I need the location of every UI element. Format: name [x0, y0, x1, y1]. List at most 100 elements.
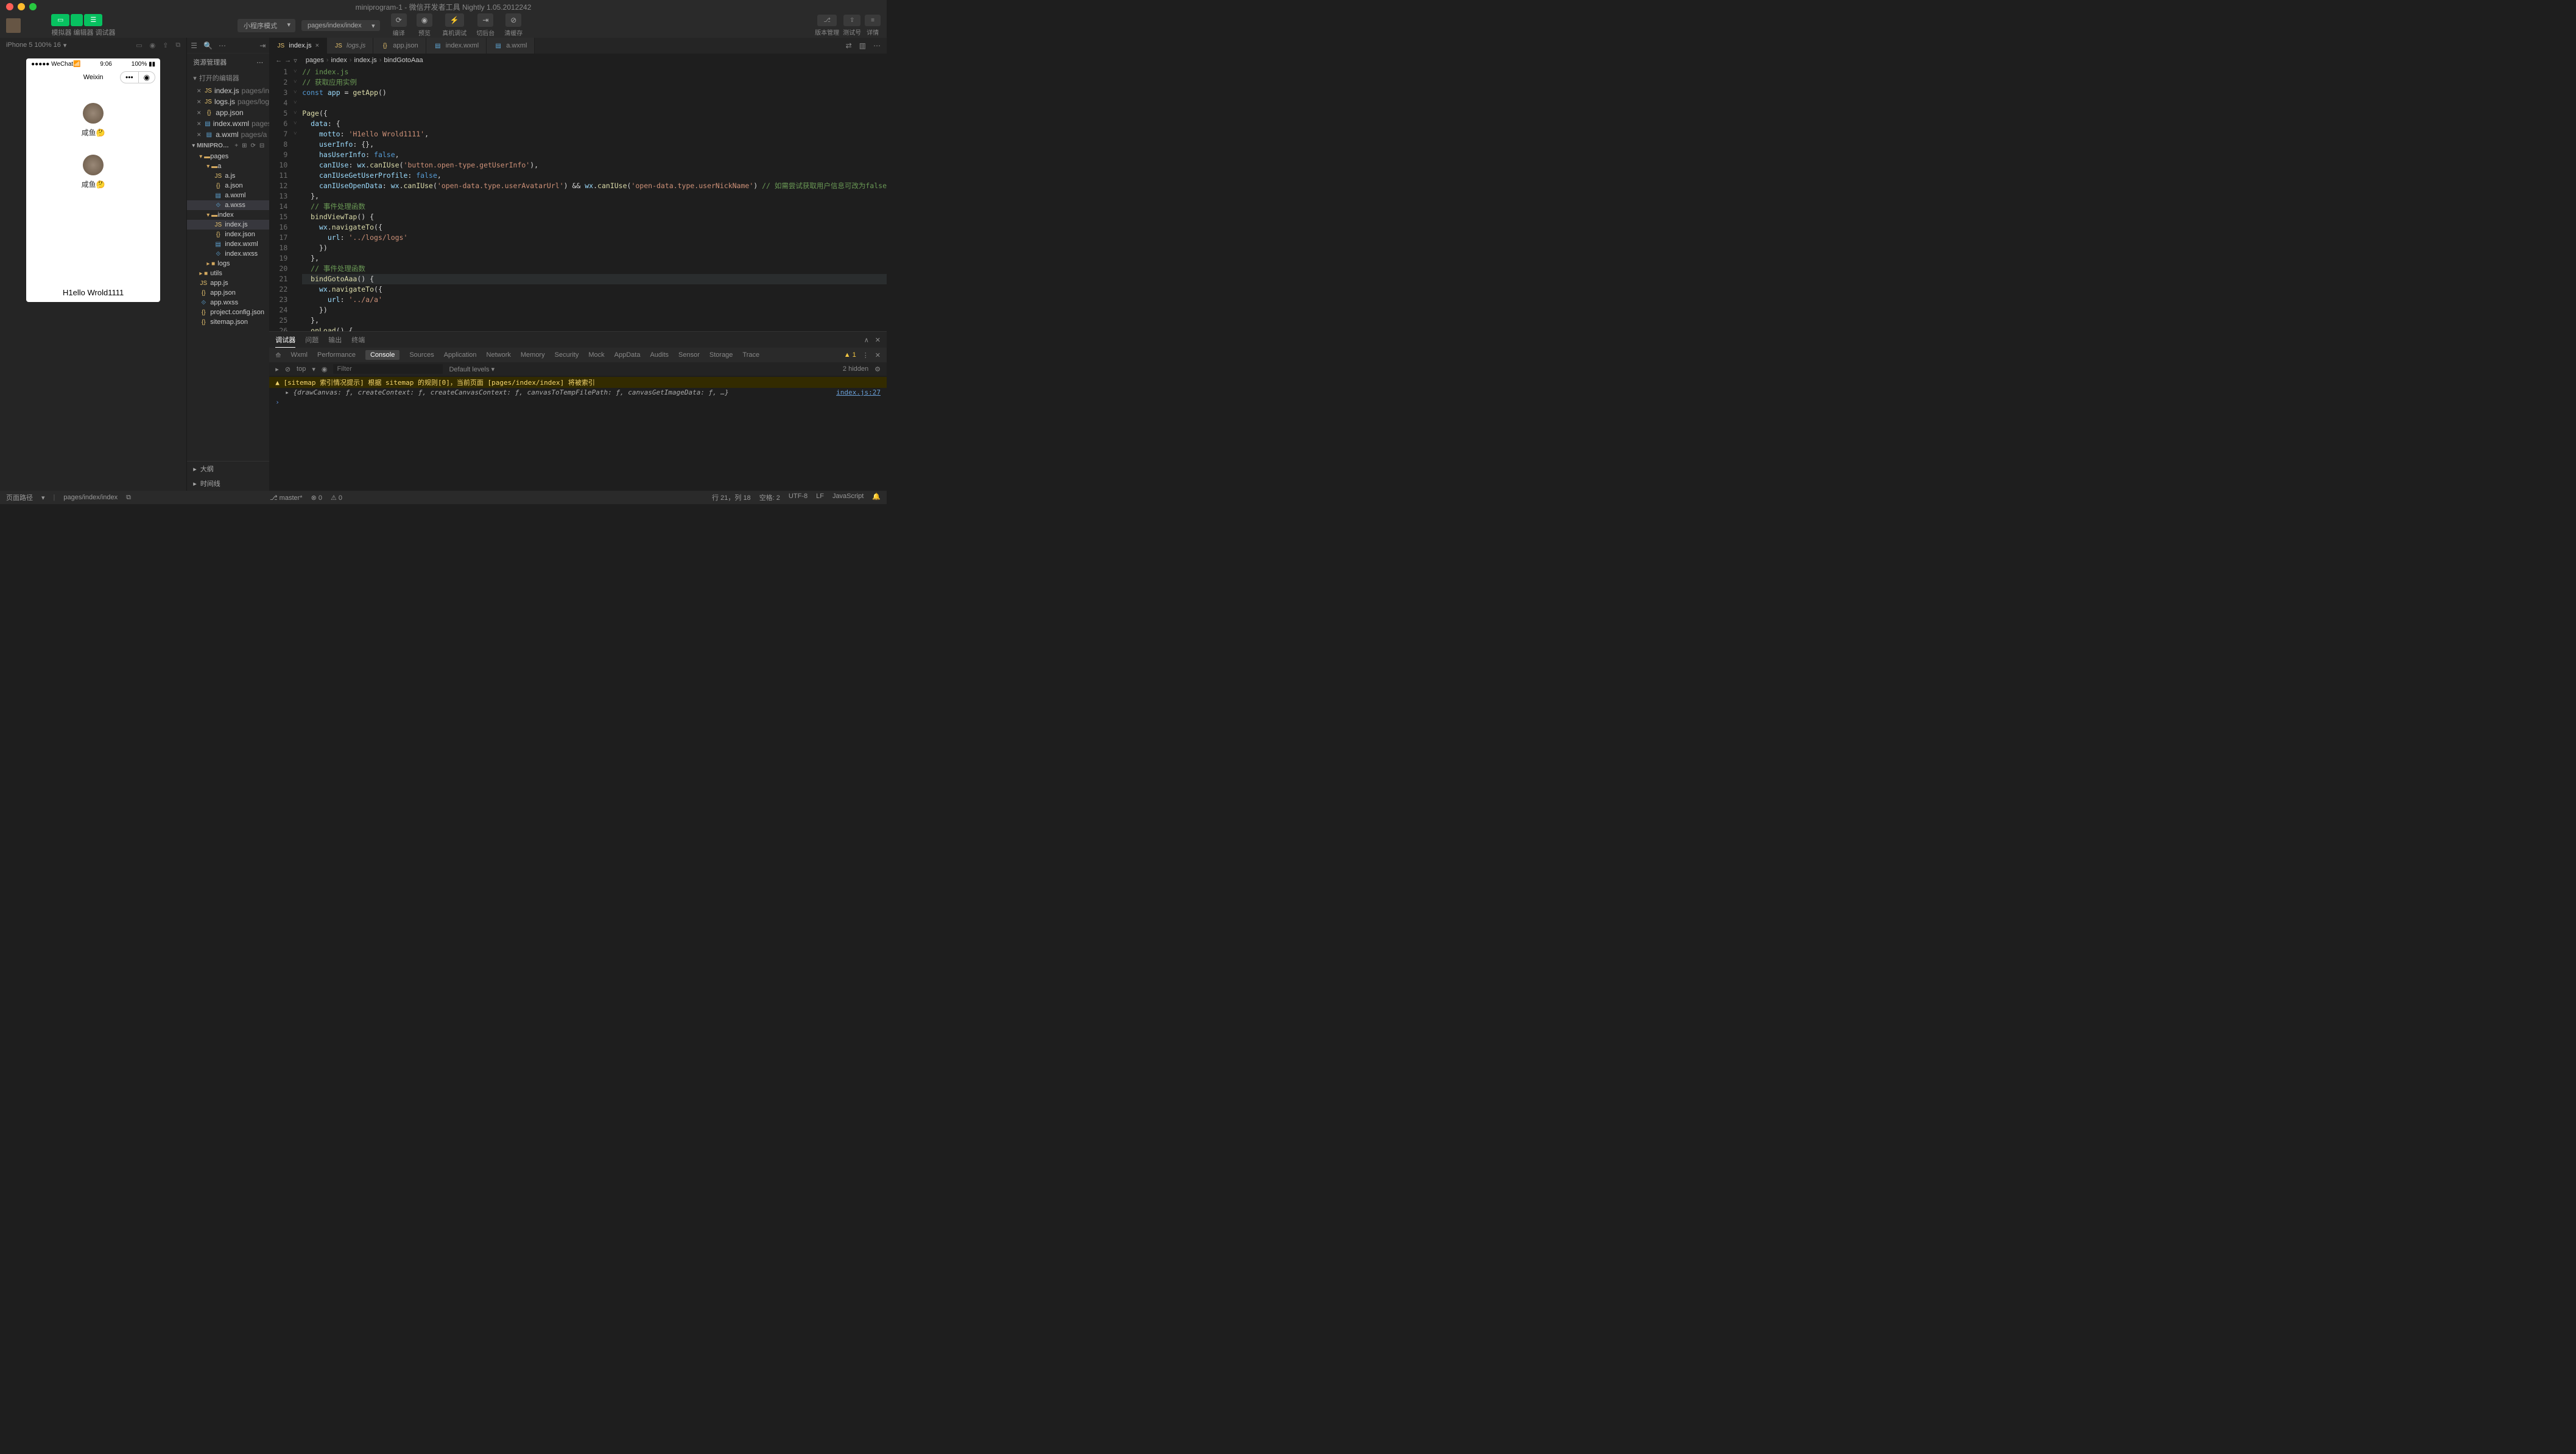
page-path-value[interactable]: pages/index/index — [63, 494, 118, 501]
close-icon[interactable]: × — [315, 42, 319, 49]
sim-popout-icon[interactable]: ⧉ — [175, 41, 180, 49]
close-icon[interactable]: × — [197, 108, 201, 117]
tree-item-index[interactable]: ▾ ▬index — [187, 210, 269, 220]
maximize-window-button[interactable] — [29, 3, 37, 10]
eye-icon[interactable]: ◉ — [322, 365, 328, 373]
tree-item-a.wxss[interactable]: ⟐a.wxss — [187, 200, 269, 210]
fold-gutter[interactable]: ˅˅˅˅˅˅˅ — [294, 67, 302, 331]
toolbar-right-测试号[interactable]: ⇪测试号 — [843, 15, 861, 37]
console-line[interactable]: ▲ [sitemap 索引情况提示] 根据 sitemap 的规则[0]，当前页… — [269, 377, 887, 388]
panel-tab-终端[interactable]: 终端 — [351, 332, 365, 348]
breadcrumb-item[interactable]: bindGotoAaa — [384, 57, 423, 64]
panel-tab-调试器[interactable]: 调试器 — [275, 332, 295, 348]
tree-item-pages[interactable]: ▾ ▬pages — [187, 152, 269, 161]
close-icon[interactable]: × — [197, 97, 201, 106]
mode-button-2[interactable]: ☰ — [84, 14, 102, 26]
mode-button-1[interactable] — [71, 14, 83, 26]
tree-item-a.json[interactable]: {}a.json — [187, 181, 269, 191]
toolbar-btn-编译[interactable]: ⟳编译 — [386, 13, 412, 37]
editor-tab-index.wxml[interactable]: ▤index.wxml — [426, 38, 487, 54]
clear-icon[interactable]: ⊘ — [285, 365, 290, 373]
toolbar-right-详情[interactable]: ≡详情 — [865, 15, 881, 37]
breadcrumb-item[interactable]: index — [331, 57, 347, 64]
panel-tab-输出[interactable]: 输出 — [328, 332, 342, 348]
tree-item-index.js[interactable]: JSindex.js — [187, 220, 269, 230]
panel-tab-问题[interactable]: 问题 — [305, 332, 318, 348]
close-icon[interactable]: ✕ — [875, 351, 881, 359]
source-link[interactable]: index.js:27 — [836, 388, 881, 396]
filter-input[interactable] — [333, 364, 443, 374]
open-editor-item[interactable]: ×{}app.json — [187, 107, 269, 118]
page-path-dropdown[interactable]: pages/index/index — [301, 20, 380, 31]
compile-mode-dropdown[interactable]: 小程序模式 — [238, 19, 295, 32]
nav-fwd-icon[interactable]: → — [284, 57, 291, 64]
open-editor-item[interactable]: ×JSlogs.js pages/logs — [187, 96, 269, 107]
chevron-up-icon[interactable]: ∧ — [864, 336, 869, 344]
devtools-tab-Wxml[interactable]: Wxml — [291, 351, 308, 359]
statusbar-item[interactable]: 行 21，列 18 — [712, 493, 751, 502]
chevron-down-icon[interactable]: ▾ — [41, 494, 45, 502]
warning-count[interactable]: ⚠ 0 — [331, 494, 342, 502]
device-label[interactable]: iPhone 5 100% 16 — [6, 41, 61, 49]
more-icon[interactable]: ⋮ — [862, 351, 869, 359]
more-icon[interactable]: ⋯ — [219, 41, 226, 50]
error-count[interactable]: ⊗ 0 — [311, 494, 322, 502]
sim-record-icon[interactable]: ◉ — [150, 41, 156, 49]
split-icon[interactable]: ▥ — [859, 41, 866, 50]
editor-tab-a.wxml[interactable]: ▤a.wxml — [487, 38, 535, 54]
close-capsule-icon[interactable]: ◉ — [139, 72, 155, 83]
devtools-tab-Storage[interactable]: Storage — [709, 351, 733, 359]
close-icon[interactable]: ✕ — [875, 336, 881, 344]
search-icon[interactable]: 🔍 — [203, 41, 213, 50]
levels-dropdown[interactable]: Default levels ▾ — [449, 365, 494, 373]
mode-button-0[interactable]: ▭ — [51, 14, 69, 26]
close-window-button[interactable] — [6, 3, 13, 10]
tree-item-utils[interactable]: ▸ ■utils — [187, 269, 269, 278]
nav-back-icon[interactable]: ← — [275, 57, 282, 64]
toolbar-btn-真机调试[interactable]: ⚡真机调试 — [437, 13, 471, 37]
sim-phone-icon[interactable]: ▭ — [136, 41, 142, 49]
more-icon[interactable]: ⋯ — [873, 41, 881, 50]
more-icon[interactable]: ••• — [121, 72, 139, 83]
toolbar-right-版本管理[interactable]: ⎇版本管理 — [815, 15, 839, 37]
bookmark-icon[interactable]: ▿ — [294, 57, 297, 65]
open-editor-item[interactable]: ×▤index.wxml pages/index — [187, 118, 269, 129]
console-line[interactable]: ▸ {drawCanvas: ƒ, createContext: ƒ, crea… — [269, 388, 887, 397]
gear-icon[interactable]: ⚙ — [875, 365, 881, 373]
editor-tab-app.json[interactable]: {}app.json — [373, 38, 426, 54]
tree-item-app.wxss[interactable]: ⟐app.wxss — [187, 298, 269, 307]
code-content[interactable]: // index.js// 获取应用实例const app = getApp()… — [302, 67, 887, 331]
context-dropdown[interactable]: top — [297, 365, 306, 373]
tree-item-project.config.json[interactable]: {}project.config.json — [187, 307, 269, 317]
user-avatar[interactable] — [83, 103, 104, 124]
compare-icon[interactable]: ⇄ — [846, 41, 852, 50]
open-editor-item[interactable]: ×▤a.wxml pages/a — [187, 129, 269, 140]
copy-icon[interactable]: ⧉ — [126, 494, 131, 502]
statusbar-item[interactable]: JavaScript — [832, 493, 864, 502]
tree-item-logs[interactable]: ▸ ■logs — [187, 259, 269, 269]
tree-item-sitemap.json[interactable]: {}sitemap.json — [187, 317, 269, 327]
user-avatar-2[interactable] — [83, 155, 104, 175]
breadcrumb-item[interactable]: pages — [306, 57, 324, 64]
tree-item-a.wxml[interactable]: ▤a.wxml — [187, 191, 269, 200]
tree-item-index.wxss[interactable]: ⟐index.wxss — [187, 249, 269, 259]
collapse-all-icon[interactable]: ⊟ — [259, 142, 264, 149]
devtools-tab-Console[interactable]: Console — [365, 350, 399, 360]
open-editor-item[interactable]: ×JSindex.js pages/index — [187, 85, 269, 96]
chevron-down-icon[interactable]: ▾ — [63, 41, 67, 49]
tree-item-index.json[interactable]: {}index.json — [187, 230, 269, 239]
toolbar-btn-清缓存[interactable]: ⊘清缓存 — [499, 13, 527, 37]
editor-tab-logs.js[interactable]: JSlogs.js — [327, 38, 373, 54]
tree-item-a[interactable]: ▾ ▬a — [187, 161, 269, 171]
minimize-window-button[interactable] — [18, 3, 25, 10]
close-icon[interactable]: × — [197, 130, 201, 139]
devtools-tab-Security[interactable]: Security — [555, 351, 579, 359]
open-editors-header[interactable]: ▾ 打开的编辑器 — [187, 71, 269, 85]
devtools-tab-Application[interactable]: Application — [444, 351, 477, 359]
new-file-icon[interactable]: + — [234, 142, 238, 149]
toolbar-btn-切后台[interactable]: ⇥切后台 — [471, 13, 499, 37]
devtools-tab-Sources[interactable]: Sources — [409, 351, 434, 359]
timeline-header[interactable]: ▸时间线 — [187, 476, 269, 491]
toolbar-btn-预览[interactable]: ◉预览 — [412, 13, 437, 37]
statusbar-item[interactable]: LF — [816, 493, 824, 502]
